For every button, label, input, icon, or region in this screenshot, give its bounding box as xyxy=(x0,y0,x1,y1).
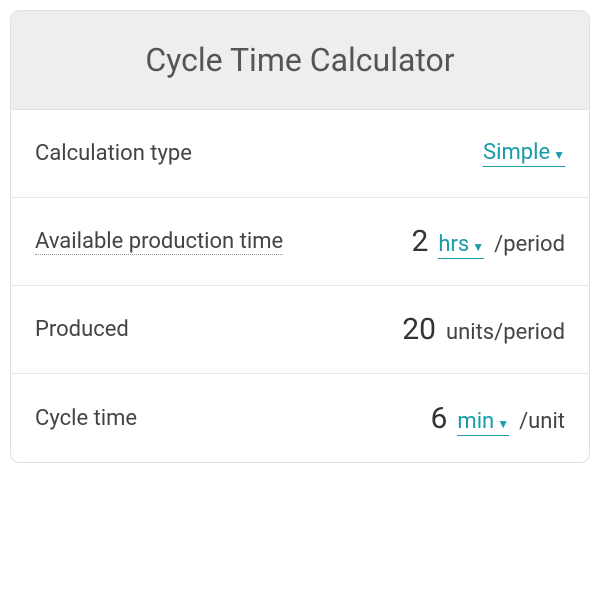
label-available-production-time: Available production time xyxy=(35,229,411,254)
chevron-down-icon: ▼ xyxy=(553,148,565,162)
label-cycle-time: Cycle time xyxy=(35,406,431,431)
cycle-time-output: 6 xyxy=(431,401,448,436)
calculation-type-dropdown[interactable]: Simple ▼ xyxy=(483,140,565,167)
row-calculation-type: Calculation type Simple ▼ xyxy=(11,110,589,198)
calculator-card: Cycle Time Calculator Calculation type S… xyxy=(10,10,590,463)
available-production-time-suffix: /period xyxy=(494,232,565,257)
value-cycle-time: 6 min ▼ /unit xyxy=(431,401,565,436)
available-production-time-unit-dropdown[interactable]: hrs ▼ xyxy=(438,232,484,259)
row-available-production-time: Available production time 2 hrs ▼ /perio… xyxy=(11,198,589,286)
cycle-time-unit-dropdown[interactable]: min ▼ xyxy=(457,409,509,436)
available-production-time-unit: hrs xyxy=(438,232,469,257)
label-calculation-type: Calculation type xyxy=(35,141,483,166)
header: Cycle Time Calculator xyxy=(11,11,589,110)
value-produced: 20 units/period xyxy=(402,312,565,347)
label-produced: Produced xyxy=(35,317,402,342)
row-produced: Produced 20 units/period xyxy=(11,286,589,374)
chevron-down-icon: ▼ xyxy=(497,417,509,431)
chevron-down-icon: ▼ xyxy=(472,240,484,254)
available-production-time-input[interactable]: 2 xyxy=(411,224,428,259)
page-title: Cycle Time Calculator xyxy=(31,41,569,79)
calculation-type-value: Simple xyxy=(483,140,550,165)
produced-suffix: units/period xyxy=(446,320,565,345)
row-cycle-time: Cycle time 6 min ▼ /unit xyxy=(11,374,589,462)
value-available-production-time: 2 hrs ▼ /period xyxy=(411,224,565,259)
value-calculation-type: Simple ▼ xyxy=(483,140,565,167)
cycle-time-unit: min xyxy=(457,409,494,434)
produced-input[interactable]: 20 xyxy=(402,312,436,347)
cycle-time-suffix: /unit xyxy=(519,409,565,434)
